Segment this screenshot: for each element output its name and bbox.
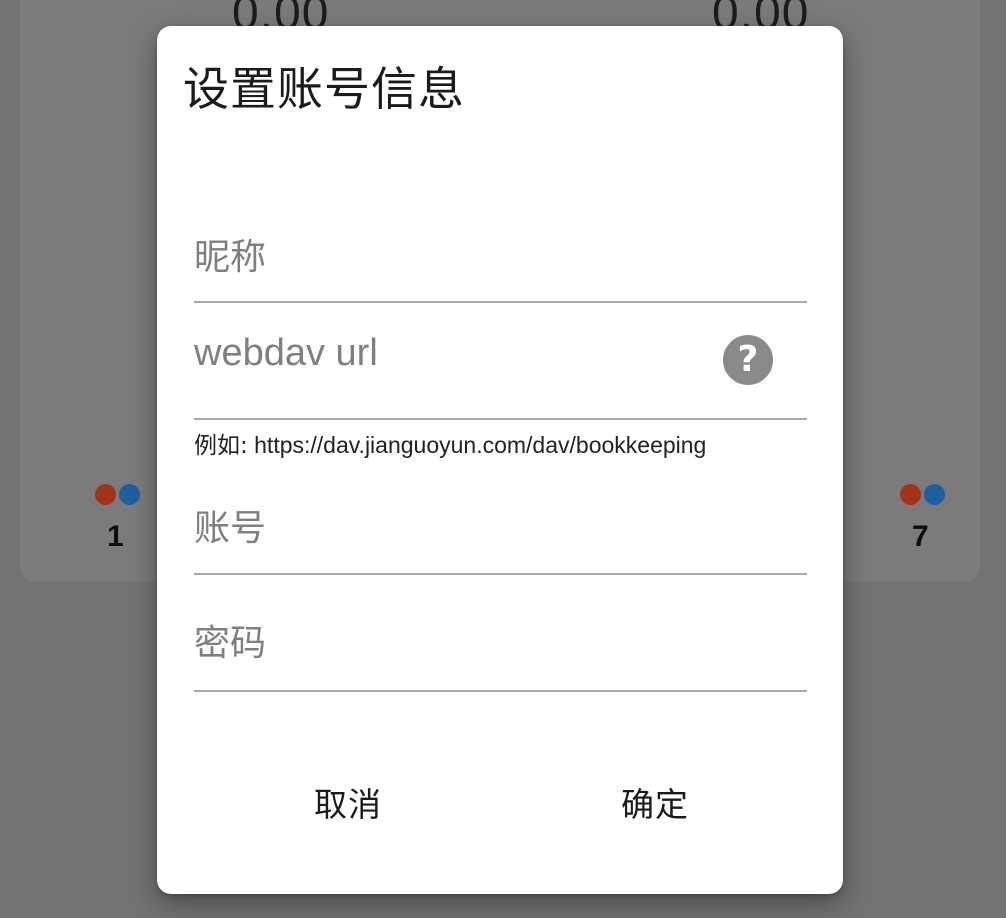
blue-dot-icon: [119, 484, 140, 505]
account-settings-dialog: 设置账号信息 昵称 webdav url ? 例如: https://dav.j…: [157, 26, 843, 894]
background-count-left: 1: [107, 520, 124, 553]
webdav-url-field[interactable]: webdav url ?: [194, 316, 807, 420]
password-field[interactable]: 密码: [194, 594, 807, 692]
account-field[interactable]: 账号: [194, 481, 807, 575]
nickname-input[interactable]: [194, 206, 807, 301]
webdav-url-input[interactable]: [194, 316, 694, 418]
nickname-field[interactable]: 昵称: [194, 206, 807, 303]
account-input[interactable]: [194, 481, 807, 573]
webdav-url-hint: 例如: https://dav.jianguoyun.com/dav/bookk…: [194, 426, 706, 460]
background-dots-right: [900, 484, 945, 505]
background-count-right: 7: [912, 520, 929, 553]
url-hint-prefix: 例如:: [194, 433, 248, 459]
url-hint-example: https://dav.jianguoyun.com/dav/bookkeepi…: [247, 432, 707, 458]
background-dots-left: [95, 484, 140, 505]
dialog-title: 设置账号信息: [183, 62, 465, 116]
question-circle-icon[interactable]: ?: [723, 335, 773, 385]
confirm-button[interactable]: 确定: [600, 771, 710, 833]
orange-dot-icon: [900, 484, 921, 505]
cancel-button[interactable]: 取消: [293, 771, 403, 833]
blue-dot-icon: [924, 484, 945, 505]
password-input[interactable]: [194, 594, 807, 690]
orange-dot-icon: [95, 484, 116, 505]
